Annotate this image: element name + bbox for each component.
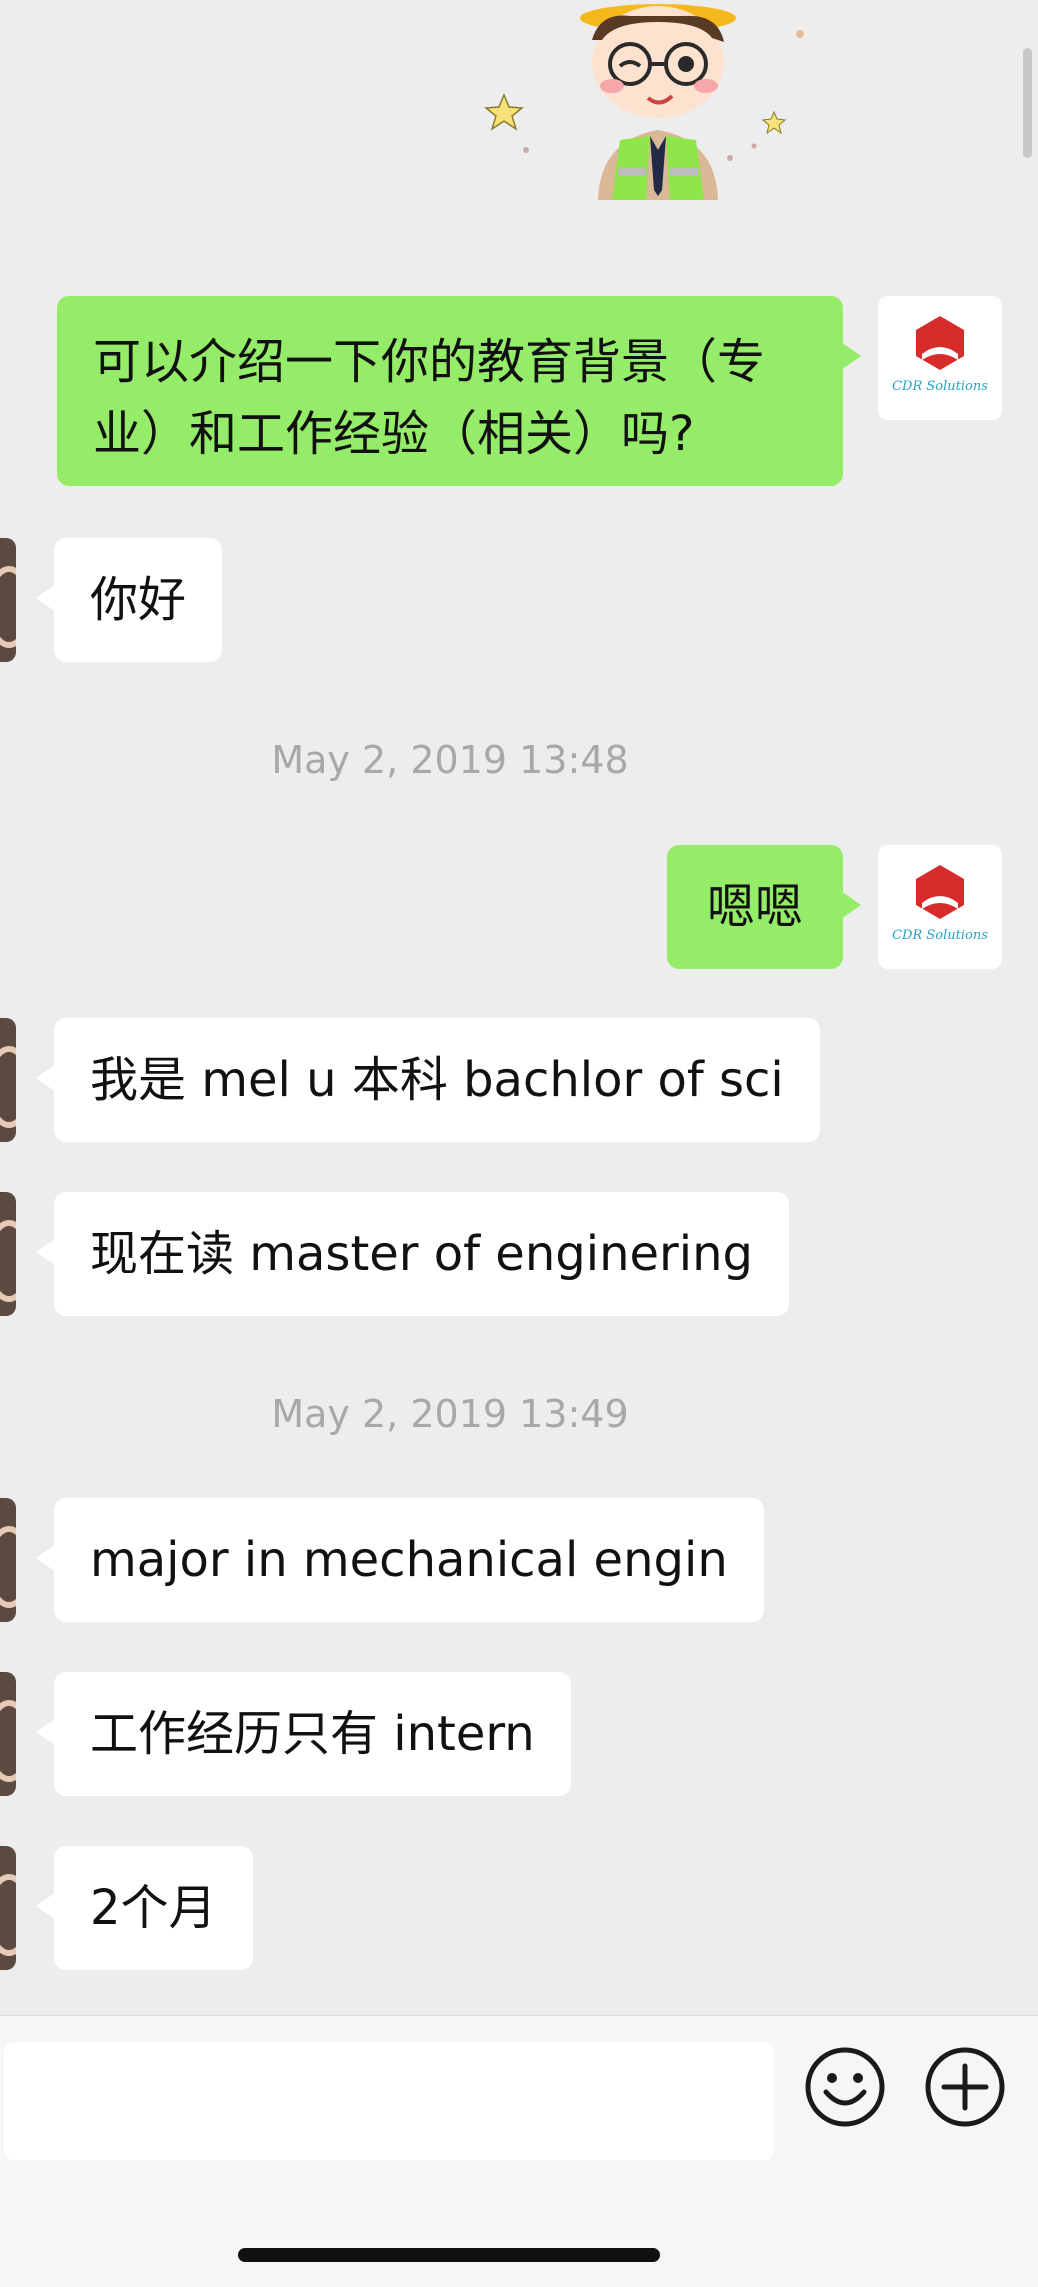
- contact-avatar[interactable]: [0, 1498, 16, 1622]
- message-bubble-received[interactable]: 现在读 master of enginering: [36, 1192, 789, 1316]
- message-text: 现在读 master of enginering: [90, 1226, 753, 1282]
- contact-avatar[interactable]: [0, 1018, 16, 1142]
- message-text: 2个月: [90, 1880, 217, 1936]
- message-text-line: 业）和工作经验（相关）吗?: [93, 406, 695, 462]
- message-text: major in mechanical engin: [90, 1532, 728, 1588]
- contact-avatar[interactable]: [0, 1846, 16, 1970]
- cdr-solutions-logo-icon: CDR Solutions: [892, 865, 988, 943]
- message-text: 我是 mel u 本科 bachlor of sci: [90, 1052, 784, 1108]
- contact-avatar[interactable]: [0, 538, 16, 662]
- contact-avatar[interactable]: [0, 1672, 16, 1796]
- plus-circle-icon[interactable]: [924, 2046, 1006, 2128]
- svg-text:CDR Solutions: CDR Solutions: [892, 379, 988, 394]
- my-avatar[interactable]: CDR Solutions: [878, 296, 1002, 420]
- message-input-bar: [0, 2015, 1038, 2287]
- message-bubble-received[interactable]: 2个月: [36, 1846, 253, 1970]
- smiley-face-icon[interactable]: [804, 2046, 886, 2128]
- my-avatar[interactable]: CDR Solutions: [878, 845, 1002, 969]
- message-text: 工作经历只有 intern: [90, 1706, 535, 1762]
- timestamp: May 2, 2019 13:49: [271, 1392, 629, 1436]
- message-input[interactable]: [4, 2042, 774, 2160]
- message-bubble-sent[interactable]: 可以介绍一下你的教育背景（专 业）和工作经验（相关）吗?: [57, 296, 861, 486]
- cartoon-engineer-sticker: [484, 4, 804, 200]
- timestamp: May 2, 2019 13:48: [271, 738, 629, 782]
- message-bubble-received[interactable]: 我是 mel u 本科 bachlor of sci: [36, 1018, 820, 1142]
- message-bubble-received[interactable]: major in mechanical engin: [36, 1498, 764, 1622]
- message-text: 你好: [90, 572, 187, 628]
- scrollbar[interactable]: [1023, 48, 1032, 158]
- message-text: 嗯嗯: [706, 879, 803, 935]
- message-bubble-received[interactable]: 你好: [35, 538, 223, 662]
- svg-text:CDR Solutions: CDR Solutions: [892, 928, 988, 943]
- message-bubble-received[interactable]: 工作经历只有 intern: [36, 1672, 571, 1796]
- chat-area[interactable]: 可以介绍一下你的教育背景（专 业）和工作经验（相关）吗? CDR Solutio…: [0, 0, 1038, 2015]
- home-indicator[interactable]: [238, 2248, 660, 2262]
- message-bubble-sent[interactable]: 嗯嗯: [667, 845, 861, 969]
- cdr-solutions-logo-icon: CDR Solutions: [892, 316, 988, 394]
- message-text-line: 可以介绍一下你的教育背景（专: [93, 334, 766, 390]
- contact-avatar[interactable]: [0, 1192, 16, 1316]
